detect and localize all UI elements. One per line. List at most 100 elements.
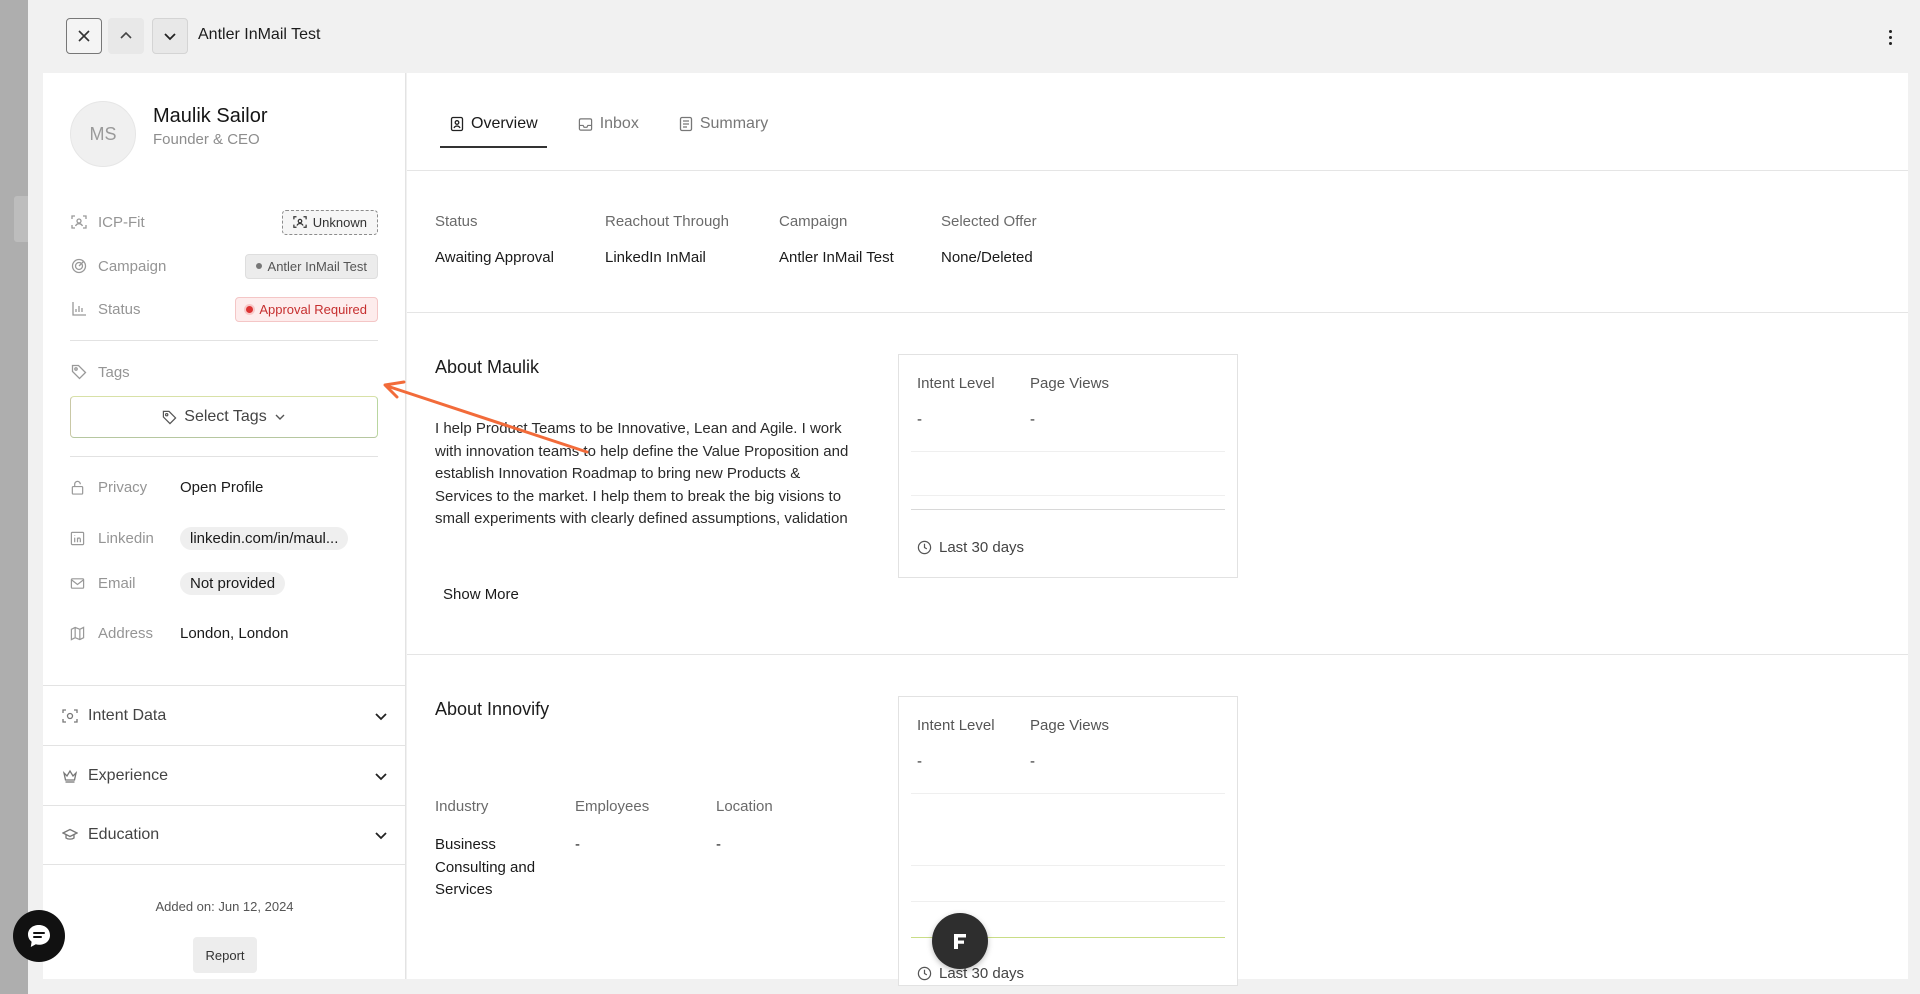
graduation-cap-icon: [62, 828, 78, 840]
intent-level-label: Intent Level: [917, 375, 995, 392]
profile-name: Maulik Sailor: [153, 105, 268, 127]
page-views-value: -: [1030, 753, 1035, 770]
show-more-button[interactable]: Show More: [443, 586, 519, 603]
main-panel: Overview Inbox Summary Status Awaiting Ap…: [407, 73, 1908, 986]
profile-sidebar: MS Maulik Sailor Founder & CEO ICP-Fit U…: [43, 73, 406, 979]
gridline: [911, 901, 1225, 902]
linkedin-link[interactable]: linkedin.com/in/maul...: [180, 526, 349, 550]
divider: [70, 456, 378, 457]
clock-icon: [917, 540, 932, 555]
gridline: [911, 451, 1225, 452]
linkedin-label: Linkedin: [98, 529, 154, 547]
privacy-value: Open Profile: [180, 478, 264, 496]
tab-inbox[interactable]: Inbox: [568, 103, 649, 145]
page-views-value: -: [1030, 411, 1035, 428]
period-label: Last 30 days: [917, 965, 1024, 982]
experience-label: Experience: [88, 766, 169, 784]
scan-icon: [62, 708, 78, 723]
chevron-down-icon: [275, 414, 285, 420]
address-row: Address London, London: [70, 619, 378, 647]
next-button[interactable]: [152, 18, 188, 54]
summary-offer: Selected Offer None/Deleted: [941, 213, 1037, 266]
summary-campaign: Campaign Antler InMail Test: [779, 213, 894, 266]
tab-overview[interactable]: Overview: [440, 103, 548, 145]
experience-accordion[interactable]: Experience: [43, 745, 406, 805]
previous-button[interactable]: [108, 18, 144, 54]
chart-icon: [70, 300, 88, 318]
gridline: [911, 793, 1225, 794]
privacy-row: Privacy Open Profile: [70, 473, 378, 501]
tab-summary[interactable]: Summary: [669, 103, 778, 145]
drawer-title: Antler InMail Test: [198, 26, 321, 43]
profile-title: Founder & CEO: [153, 131, 260, 148]
gridline: [911, 865, 1225, 866]
report-button[interactable]: Report: [193, 937, 257, 973]
campaign-row: Campaign Antler InMail Test: [70, 252, 378, 280]
campaign-value: Antler InMail Test: [267, 258, 367, 274]
campaign-label: Campaign: [98, 257, 167, 275]
chat-support-button[interactable]: [13, 910, 65, 962]
brand-logo-icon: [954, 934, 966, 949]
crown-icon: [62, 769, 78, 783]
chevron-down-icon: [375, 772, 387, 780]
summary-reachout: Reachout Through LinkedIn InMail: [605, 213, 729, 266]
linkedin-row: Linkedin linkedin.com/in/maul...: [70, 524, 378, 552]
close-icon: [78, 30, 90, 42]
campaign-badge[interactable]: Antler InMail Test: [244, 253, 378, 279]
divider: [407, 170, 1908, 171]
summary-status: Status Awaiting Approval: [435, 213, 554, 266]
company-industry: Industry Business Consulting and Services: [435, 798, 536, 898]
added-on-text: Added on: Jun 12, 2024: [155, 899, 294, 914]
scan-icon: [293, 216, 307, 228]
chevron-down-icon: [375, 832, 387, 840]
icp-fit-badge[interactable]: Unknown: [281, 209, 378, 235]
divider: [70, 340, 378, 341]
tab-bar: Overview Inbox Summary: [440, 103, 778, 145]
tags-label: Tags: [98, 363, 130, 381]
icp-fit-row: ICP-Fit Unknown: [70, 208, 378, 236]
intent-data-accordion[interactable]: Intent Data: [43, 685, 406, 745]
clock-icon: [917, 966, 932, 981]
floating-action-button[interactable]: [932, 913, 988, 969]
active-tab-indicator: [440, 146, 547, 148]
status-badge[interactable]: Approval Required: [235, 296, 378, 322]
company-location: Location -: [716, 798, 773, 853]
linkedin-icon: [70, 531, 88, 546]
gridline: [911, 495, 1225, 496]
tag-icon: [70, 363, 88, 381]
tab-overview-label: Overview: [471, 115, 538, 132]
privacy-label: Privacy: [98, 478, 148, 496]
email-label: Email: [98, 574, 136, 592]
chevron-down-icon: [164, 33, 176, 41]
education-label: Education: [88, 826, 160, 843]
backdrop-handle: [14, 196, 28, 242]
about-company-title: About Innovify: [435, 699, 550, 719]
icp-fit-value: Unknown: [312, 214, 367, 230]
tab-summary-label: Summary: [699, 115, 769, 132]
topbar: Antler InMail Test: [28, 0, 1920, 72]
company-employees: Employees -: [575, 798, 650, 853]
address-value: London, London: [180, 624, 289, 642]
education-accordion[interactable]: Education: [43, 805, 406, 865]
page-views-label: Page Views: [1030, 375, 1109, 392]
tags-row: Tags: [70, 358, 378, 386]
mail-icon: [70, 576, 88, 591]
period-label: Last 30 days: [917, 539, 1024, 556]
chevron-up-icon: [120, 31, 132, 39]
tab-inbox-label: Inbox: [599, 115, 639, 132]
backdrop-strip: [0, 0, 28, 994]
more-options-icon[interactable]: [1886, 30, 1894, 50]
icp-fit-label: ICP-Fit: [98, 213, 145, 231]
intent-level-label: Intent Level: [917, 717, 995, 734]
select-tags-button[interactable]: Select Tags: [70, 396, 378, 438]
inbox-icon: [578, 117, 592, 131]
close-button[interactable]: [66, 18, 102, 54]
chevron-down-icon: [375, 712, 387, 720]
intent-level-value: -: [917, 411, 922, 428]
divider: [407, 654, 1908, 655]
page-views-label: Page Views: [1030, 717, 1109, 734]
select-tags-label: Select Tags: [184, 408, 267, 425]
avatar: MS: [70, 101, 136, 167]
status-row: Status Approval Required: [70, 295, 378, 323]
target-icon: [70, 257, 88, 275]
